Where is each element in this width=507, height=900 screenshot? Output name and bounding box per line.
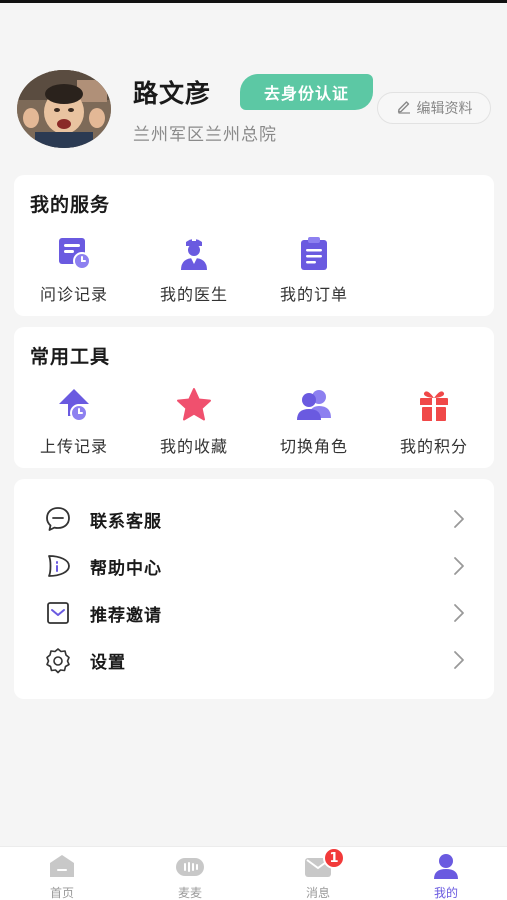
tool-switch-role[interactable]: 切换角色 [254,385,374,457]
chevron-right-icon [452,602,466,624]
common-tools-card: 常用工具 上传记录 我的收藏 切换角色 我的积分 [14,327,494,468]
menu-item-settings[interactable]: 设置 [14,637,494,683]
service-label: 我的医生 [159,285,228,304]
chevron-right-icon [452,555,466,577]
tab-label: 首页 [49,886,74,900]
tool-label: 切换角色 [279,437,348,456]
tab-messages[interactable]: 1 消息 [278,847,358,900]
verify-identity-button[interactable]: 去身份认证 [240,74,373,110]
gift-icon [414,385,454,425]
tab-home[interactable]: 首页 [22,851,102,900]
chat-icon [44,505,72,533]
chevron-right-icon [452,508,466,530]
services-title: 我的服务 [30,194,111,216]
tools-title: 常用工具 [30,346,111,368]
edit-profile-button[interactable]: 编辑资料 [377,92,491,124]
star-icon [174,385,214,425]
unread-badge: 1 [323,847,345,869]
menu-item-label: 设置 [90,652,126,673]
switch-role-icon [294,385,334,425]
invite-icon [44,599,72,627]
user-name: 路文彦 [133,79,212,108]
service-label: 问诊记录 [39,285,108,304]
profile-header: 路文彦 去身份认证 编辑资料 兰州军区兰州总院 [0,66,507,156]
chevron-right-icon [452,649,466,671]
avatar-photo [17,70,111,148]
service-consult-record[interactable]: 问诊记录 [14,233,134,305]
menu-item-label: 帮助中心 [90,558,162,579]
menu-item-label: 联系客服 [90,511,162,532]
tool-upload-record[interactable]: 上传记录 [14,385,134,457]
menu-item-recommend-invite[interactable]: 推荐邀请 [14,590,494,636]
tool-label: 我的积分 [399,437,468,456]
menu-item-customer-service[interactable]: 联系客服 [14,496,494,542]
service-my-orders[interactable]: 我的订单 [254,233,374,305]
tool-label: 上传记录 [39,437,108,456]
settings-icon [44,646,72,674]
order-clipboard-icon [294,233,334,273]
maimai-icon [175,851,205,881]
service-my-doctor[interactable]: 我的医生 [134,233,254,305]
user-icon [431,851,461,881]
help-icon [44,552,72,580]
tab-label: 消息 [305,886,330,900]
edit-profile-label: 编辑资料 [416,101,473,117]
settings-menu-card: 联系客服 帮助中心 推荐邀请 设置 [14,479,494,699]
upload-icon [54,385,94,425]
tab-label: 我的 [433,886,458,900]
pencil-icon [396,98,412,118]
consult-record-icon [54,233,94,273]
tab-maimai[interactable]: 麦麦 [150,851,230,900]
home-icon [47,851,77,881]
tool-my-points[interactable]: 我的积分 [374,385,494,457]
bottom-tab-bar: 首页 麦麦 1 消息 我的 [0,846,507,900]
my-services-card: 我的服务 问诊记录 我的医生 我的订单 [14,175,494,316]
tool-label: 我的收藏 [159,437,228,456]
avatar[interactable] [17,70,111,148]
menu-item-help-center[interactable]: 帮助中心 [14,543,494,589]
message-icon: 1 [303,847,345,881]
tool-my-favorites[interactable]: 我的收藏 [134,385,254,457]
tab-mine[interactable]: 我的 [406,851,486,900]
menu-item-label: 推荐邀请 [90,605,162,626]
hospital-name: 兰州军区兰州总院 [133,125,277,145]
tab-label: 麦麦 [177,886,202,900]
doctor-icon [174,233,214,273]
service-label: 我的订单 [279,285,348,304]
status-line [0,0,507,3]
